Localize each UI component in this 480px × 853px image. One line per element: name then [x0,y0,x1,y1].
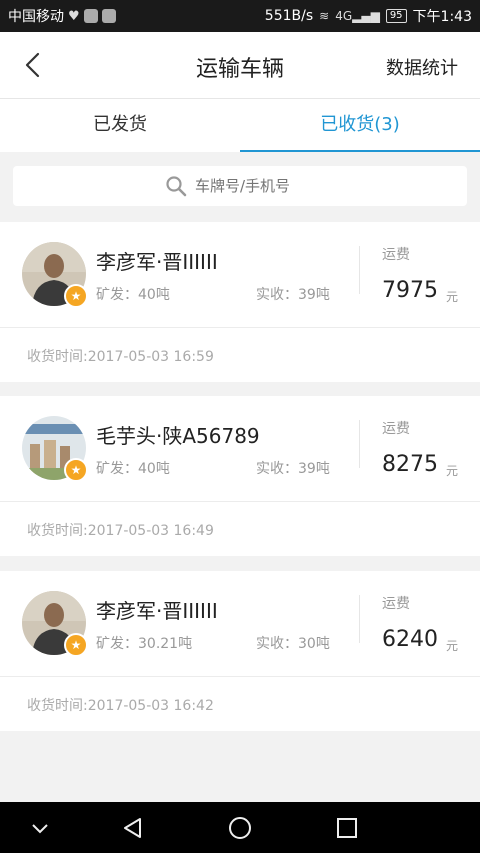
tab-received[interactable]: 已收货(3) [240,99,480,152]
driver-name: 李彦军·晋IIIIII [96,250,218,274]
battery-icon: 95 [385,9,407,23]
fee-unit: 元 [446,290,459,304]
carrier-label: 中国移动 [8,9,64,25]
dispatched-weight: 矿发：40吨 [96,287,170,303]
tab-shipped[interactable]: 已发货 [0,99,240,152]
search-area [0,152,480,222]
received-weight: 实收：39吨 [256,287,330,303]
received-weight: 实收：30吨 [256,636,330,652]
search-icon [166,176,187,197]
fee-value: 7975 [382,278,438,303]
home-circle-icon[interactable] [227,815,253,841]
nav-bar: 运输车辆 数据统计 [0,32,480,98]
fee-label: 运费 [382,596,410,612]
list-item[interactable]: ★ 毛芋头·陕A56789 矿发：40吨 实收：39吨 运费 8275 元 收货… [0,396,480,556]
dispatched-weight: 矿发：40吨 [96,461,170,477]
driver-name: 毛芋头·陕A56789 [96,424,260,448]
received-weight: 实收：39吨 [256,461,330,477]
receive-time: 收货时间:2017-05-03 16:59 [27,349,214,365]
wifi-icon: ≋ [319,9,330,23]
fee-label: 运费 [382,247,410,263]
app-notification-icon-2 [101,9,116,23]
signal-icon: 4G▂▄▆ [335,9,380,23]
heart-icon: ♥ [68,8,80,24]
fee-label: 运费 [382,421,410,437]
divider [359,420,360,468]
divider [359,246,360,294]
list-item-main: ★ 毛芋头·陕A56789 矿发：40吨 实收：39吨 运费 8275 元 [0,396,480,502]
list-item-main: ★ 李彦军·晋IIIIII 矿发：30.21吨 实收：30吨 运费 6240 元 [0,571,480,677]
receive-time: 收货时间:2017-05-03 16:42 [27,698,214,714]
list-item-main: ★ 李彦军·晋IIIIII 矿发：40吨 实收：39吨 运费 7975 元 [0,222,480,328]
back-arrow-icon[interactable] [22,52,44,78]
fee-unit: 元 [446,464,459,478]
driver-name: 李彦军·晋IIIIII [96,599,218,623]
app-notification-icon [83,9,98,23]
data-statistics-button[interactable]: 数据统计 [386,54,458,80]
system-nav-bar [0,802,480,853]
search-input[interactable] [195,177,315,195]
star-badge-icon: ★ [64,633,88,657]
list-item[interactable]: ★ 李彦军·晋IIIIII 矿发：30.21吨 实收：30吨 运费 6240 元… [0,571,480,731]
fee-value: 6240 [382,627,438,652]
list-item[interactable]: ★ 李彦军·晋IIIIII 矿发：40吨 实收：39吨 运费 7975 元 收货… [0,222,480,382]
chevron-down-icon[interactable] [27,815,53,841]
receive-time: 收货时间:2017-05-03 16:49 [27,523,214,539]
network-speed: 551B/s [264,8,314,24]
star-badge-icon: ★ [64,458,88,482]
tab-bar: 已发货 已收货(3) [0,98,480,152]
fee-unit: 元 [446,639,459,653]
dispatched-weight: 矿发：30.21吨 [96,636,193,652]
back-triangle-icon[interactable] [120,815,146,841]
recents-square-icon[interactable] [334,815,360,841]
clock: 下午1:43 [412,9,472,25]
search-box[interactable] [13,166,467,206]
status-bar: 中国移动 ♥ 551B/s ≋ 4G▂▄▆ 95 下午1:43 [0,0,480,32]
fee-value: 8275 [382,452,438,477]
divider [359,595,360,643]
star-badge-icon: ★ [64,284,88,308]
